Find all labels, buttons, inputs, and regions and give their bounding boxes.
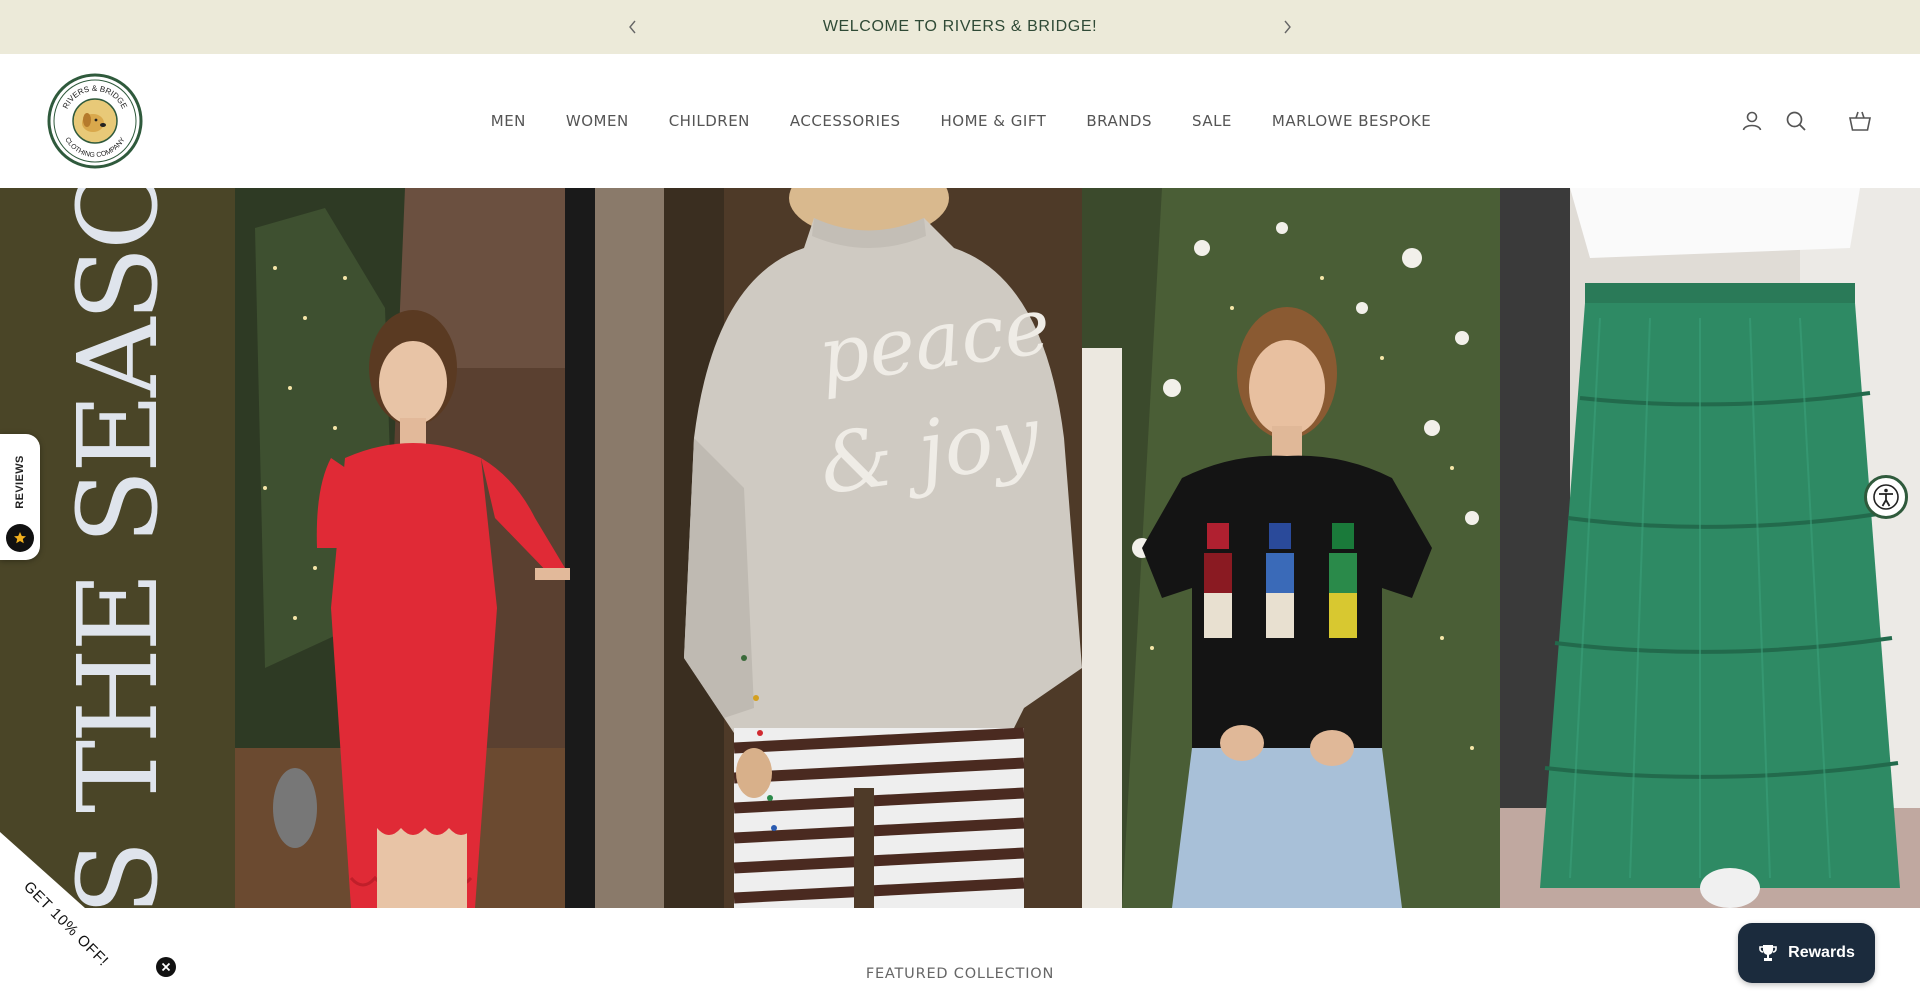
search-button[interactable] [1782, 107, 1810, 135]
chevron-right-icon [1284, 20, 1291, 34]
featured-collection-heading: FEATURED COLLECTION [865, 966, 1055, 982]
announcement-bar: WELCOME TO RIVERS & BRIDGE! [0, 0, 1920, 54]
logo-badge: RIVERS & BRIDGE CLOTHING COMPANY [47, 73, 143, 169]
announcement-message: WELCOME TO RIVERS & BRIDGE! [822, 18, 1098, 35]
hero-image-nutcracker-sweater[interactable] [1082, 188, 1500, 908]
striped-pants [733, 727, 1025, 908]
account-button[interactable] [1738, 107, 1766, 135]
site-header: RIVERS & BRIDGE CLOTHING COMPANY MEN WOM… [0, 54, 1920, 188]
nav-item-brands[interactable]: BRANDS [1086, 112, 1152, 130]
green-skirt-image [1500, 188, 1920, 908]
hero-image-green-skirt[interactable] [1500, 188, 1920, 908]
hero-title: TIS THE SEASON [54, 188, 182, 908]
red-dress-image [235, 188, 664, 908]
nav-item-home-gift[interactable]: HOME & GIFT [941, 112, 1047, 130]
nutcracker-image [1082, 188, 1500, 908]
cart-icon [1849, 111, 1871, 131]
hero-image-peace-joy-sweater[interactable]: peace & joy [664, 188, 1082, 908]
announcement-prev-button[interactable] [623, 17, 643, 37]
nav-item-children[interactable]: CHILDREN [669, 112, 750, 130]
search-icon [1786, 111, 1806, 131]
rewards-label: Rewards [1788, 944, 1855, 961]
reviews-tab[interactable]: REVIEWS [0, 434, 40, 560]
hero-banner[interactable]: TIS THE SEASON peace & joy [0, 188, 1920, 908]
main-nav: MEN WOMEN CHILDREN ACCESSORIES HOME & GI… [0, 54, 1920, 188]
star-icon [6, 524, 34, 552]
trophy-icon [1759, 945, 1777, 961]
hero-image-red-dress[interactable] [235, 188, 664, 908]
nav-item-sale[interactable]: SALE [1192, 112, 1232, 130]
nav-item-marlowe-bespoke[interactable]: MARLOWE BESPOKE [1272, 112, 1431, 130]
account-icon [1742, 111, 1762, 131]
nutcracker-figures [1204, 523, 1357, 638]
nav-item-women[interactable]: WOMEN [566, 112, 629, 130]
accessibility-button[interactable] [1864, 475, 1908, 519]
site-logo[interactable]: RIVERS & BRIDGE CLOTHING COMPANY [47, 73, 143, 169]
cart-button[interactable] [1846, 107, 1874, 135]
chevron-left-icon [629, 20, 636, 34]
announcement-next-button[interactable] [1277, 17, 1297, 37]
reviews-label: REVIEWS [14, 455, 26, 509]
sweater-image: peace & joy [664, 188, 1082, 908]
accessibility-icon [1873, 484, 1899, 510]
nav-item-accessories[interactable]: ACCESSORIES [790, 112, 901, 130]
nav-item-men[interactable]: MEN [491, 112, 526, 130]
rewards-button[interactable]: Rewards [1738, 923, 1875, 983]
